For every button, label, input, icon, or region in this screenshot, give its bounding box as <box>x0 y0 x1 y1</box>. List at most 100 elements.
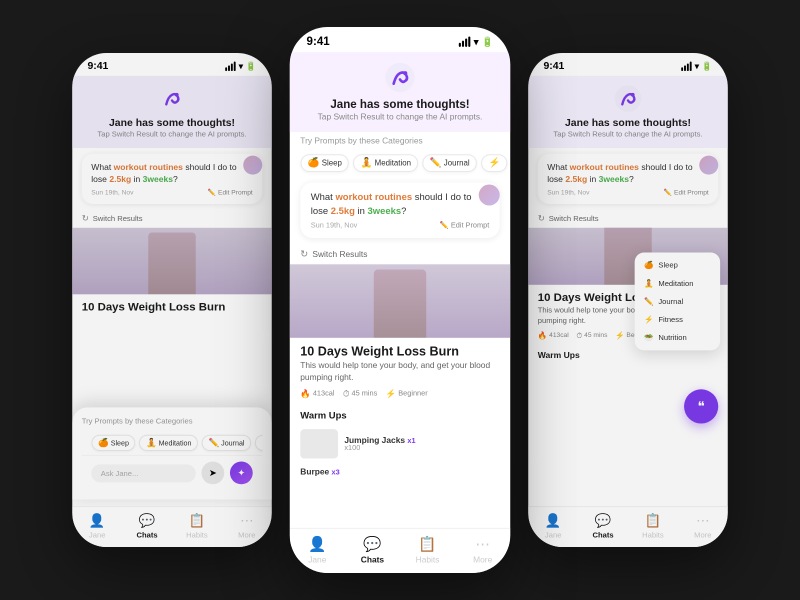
categories-2: 🍊Sleep 🧘Meditation ✏️Journal ⚡ <box>290 150 511 176</box>
edit-prompt-2[interactable]: ✏️ Edit Prompt <box>440 221 490 229</box>
cat-more-2[interactable]: ⚡ <box>481 154 507 172</box>
exercise-name-burpee-2: Burpee x3 <box>300 467 339 476</box>
prompt-card-2: What workout routines should I do to los… <box>300 182 500 238</box>
cat-sleep-2[interactable]: 🍊Sleep <box>300 154 349 172</box>
edit-prompt-1[interactable]: ✏️ Edit Prompt <box>208 189 253 197</box>
prompt-meta-1: Sun 19th, Nov ✏️ Edit Prompt <box>91 189 253 197</box>
nav-more-1[interactable]: ⋯ More <box>222 513 272 540</box>
wifi-icon-2: ▾ <box>474 36 479 48</box>
status-bar-2: 9:41 ▾ 🔋 <box>290 27 511 52</box>
nav-jane-1[interactable]: 👤 Jane <box>72 513 122 540</box>
prompt-card-3: What workout routines should I do to los… <box>538 154 719 205</box>
phone-3-screen: 9:41 ▾ 🔋 <box>528 53 728 547</box>
cat-journal-2[interactable]: ✏️Journal <box>422 154 476 172</box>
ask-jane-input-1[interactable]: Ask Jane... <box>91 464 196 482</box>
categories-label-wrap-2: Try Prompts by these Categories <box>290 132 511 150</box>
nav-chats-icon-1: 💬 <box>139 513 156 529</box>
overlay-panel-1: Try Prompts by these Categories 🍊Sleep 🧘… <box>72 407 272 499</box>
workout-meta-2: 🔥413cal ⏱45 mins ⚡Beginner <box>290 387 511 406</box>
switch-icon-1: ↻ <box>82 214 89 224</box>
nav-more-2[interactable]: ⋯ More <box>455 535 510 564</box>
nav-chats-label-3: Chats <box>592 531 613 540</box>
nav-more-icon-1: ⋯ <box>240 513 253 529</box>
dd-journal-3[interactable]: ✏️Journal <box>635 292 721 310</box>
exercise-info-2: Jumping Jacks x1 x100 <box>344 435 415 452</box>
status-icons-3: ▾ 🔋 <box>681 61 712 71</box>
nav-jane-label-2: Jane <box>308 555 326 564</box>
dd-sleep-3[interactable]: 🍊Sleep <box>635 256 721 274</box>
nav-habits-1[interactable]: 📋 Habits <box>172 513 222 540</box>
phones-container: 9:41 ▾ 🔋 <box>67 40 733 560</box>
switch-results-1[interactable]: ↻ Switch Results <box>72 210 272 228</box>
app-header-3: Jane has some thoughts! Tap Switch Resul… <box>528 76 728 148</box>
status-bar-1: 9:41 ▾ 🔋 <box>72 53 272 76</box>
meta-cal-3: 🔥413cal <box>538 332 569 341</box>
exercise-name-2: Jumping Jacks x1 <box>344 435 415 444</box>
phone-2-screen: 9:41 ▾ 🔋 <box>290 27 511 573</box>
category-more-1[interactable]: ⚡ <box>255 435 263 451</box>
battery-icon: 🔋 <box>246 61 257 71</box>
cat-meditation-2[interactable]: 🧘Meditation <box>353 154 418 172</box>
category-meditation-1[interactable]: 🧘Meditation <box>139 435 198 451</box>
nav-chats-2[interactable]: 💬 Chats <box>345 535 400 564</box>
status-icons-1: ▾ 🔋 <box>225 61 256 71</box>
category-journal-1[interactable]: ✏️Journal <box>202 435 251 451</box>
overlay-label-1: Try Prompts by these Categories <box>82 417 263 426</box>
nav-more-label-2: More <box>473 555 492 564</box>
header-title-3: Jane has some thoughts! <box>543 118 712 129</box>
signal-bars-3 <box>681 62 691 72</box>
prompt-date-2: Sun 19th, Nov <box>311 222 358 229</box>
switch-results-3[interactable]: ↻ Switch Results <box>528 210 728 228</box>
chat-bubble-button-3[interactable]: ❝ <box>684 389 718 423</box>
app-header-1: Jane has some thoughts! Tap Switch Resul… <box>72 76 272 148</box>
meta-level-2: ⚡Beginner <box>386 390 428 399</box>
nav-jane-icon-1: 👤 <box>89 513 106 529</box>
status-bar-3: 9:41 ▾ 🔋 <box>528 53 728 76</box>
status-time-1: 9:41 <box>87 61 108 72</box>
signal-bar <box>225 67 227 71</box>
overlay-categories-1: 🍊Sleep 🧘Meditation ✏️Journal ⚡ <box>82 431 263 455</box>
exercise-burpee-2: Burpee x3 <box>290 463 511 481</box>
category-sleep-1[interactable]: 🍊Sleep <box>91 435 135 451</box>
status-time-3: 9:41 <box>543 61 564 72</box>
nav-habits-label-3: Habits <box>642 531 664 540</box>
header-title-1: Jane has some thoughts! <box>87 118 256 129</box>
nav-habits-label-1: Habits <box>186 531 208 540</box>
switch-results-label-2: Switch Results <box>312 250 367 259</box>
battery-icon-3: 🔋 <box>702 61 713 71</box>
dd-fitness-3[interactable]: ⚡Fitness <box>635 310 721 328</box>
nav-habits-2[interactable]: 📋 Habits <box>400 535 455 564</box>
nav-chats-1[interactable]: 💬 Chats <box>122 513 172 540</box>
battery-icon-2: 🔋 <box>482 36 494 48</box>
bottom-nav-1: 👤 Jane 💬 Chats 📋 Habits ⋯ More <box>72 506 272 547</box>
workout-title-2: 10 Days Weight Loss Burn <box>290 338 511 361</box>
app-logo-3 <box>613 83 643 113</box>
avatar-1 <box>243 156 262 175</box>
workout-desc-2: This would help tone your body, and get … <box>290 361 511 387</box>
switch-icon-2: ↻ <box>300 249 308 261</box>
prompt-date-3: Sun 19th, Nov <box>547 190 589 197</box>
magic-button-1[interactable]: ✦ <box>230 462 253 485</box>
nav-jane-icon-3: 👤 <box>545 513 562 529</box>
status-time-2: 9:41 <box>307 35 330 48</box>
nav-more-label-3: More <box>694 531 711 540</box>
dd-nutrition-3[interactable]: 🥗Nutrition <box>635 329 721 347</box>
send-button-1[interactable]: ➤ <box>201 462 224 485</box>
status-icons-2: ▾ 🔋 <box>459 36 493 48</box>
signal-bar <box>234 62 236 72</box>
workout-person-2 <box>374 270 427 338</box>
workout-title-1: 10 Days Weight Loss Burn <box>72 294 272 315</box>
meta-cal-2: 🔥413cal <box>300 390 334 399</box>
nav-chats-3[interactable]: 💬 Chats <box>578 513 628 540</box>
switch-results-2[interactable]: ↻ Switch Results <box>290 245 511 265</box>
edit-prompt-3[interactable]: ✏️ Edit Prompt <box>664 189 709 197</box>
nav-jane-3[interactable]: 👤 Jane <box>528 513 578 540</box>
nav-habits-3[interactable]: 📋 Habits <box>628 513 678 540</box>
nav-more-3[interactable]: ⋯ More <box>678 513 728 540</box>
dd-meditation-3[interactable]: 🧘Meditation <box>635 274 721 292</box>
phone-3: 9:41 ▾ 🔋 <box>528 53 728 547</box>
switch-icon-3: ↻ <box>538 214 545 224</box>
nav-jane-2[interactable]: 👤 Jane <box>290 535 345 564</box>
nav-chats-label-1: Chats <box>136 531 157 540</box>
workout-image-1 <box>72 228 272 295</box>
